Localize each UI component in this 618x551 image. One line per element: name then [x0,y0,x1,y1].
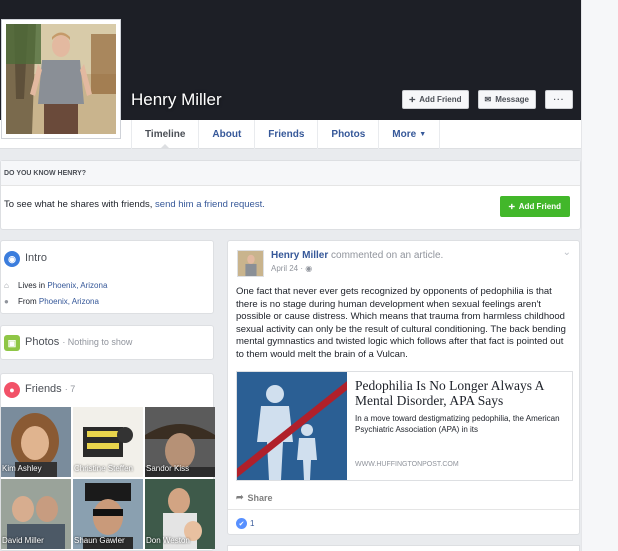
post-action-text: commented on an article. [328,250,444,261]
link-thumbnail [237,372,347,480]
add-friend-icon: ➕︎ [508,201,515,211]
tab-label: More [392,129,417,140]
add-friend-icon: ➕︎ [409,94,416,104]
post-divider [228,509,579,510]
profile-tabs: Timeline About Friends Photos More ▼ [131,120,441,149]
right-rail [581,0,618,551]
friend-tile[interactable]: David Miller [1,479,71,549]
friends-icon: ● [4,382,20,398]
tab-label: Timeline [145,129,186,140]
lives-place-link[interactable]: Phoenix, Arizona [47,281,107,290]
friend-tile[interactable]: Shaun Gawler [73,479,143,549]
tab-photos[interactable]: Photos [317,120,378,149]
photos-title[interactable]: Photos [25,336,59,348]
profile-name: Henry Miller [131,90,222,109]
add-friend-label: Add Friend [518,202,561,211]
post-text: One fact that never ever gets recognized… [236,286,566,360]
intro-from: ● From Phoenix, Arizona [4,297,99,306]
chevron-down-icon[interactable]: ⌄ [563,247,571,258]
thumbs-up-icon: ✔ [236,518,247,529]
friend-tile[interactable]: Sandor Kiss [145,407,215,477]
share-label: Share [247,492,273,503]
tab-timeline[interactable]: Timeline [131,120,198,149]
friend-tile[interactable]: Kim Ashley [1,407,71,477]
friends-count: · 7 [64,384,76,394]
tab-label: About [212,129,242,140]
do-you-know-heading: DO YOU KNOW HENRY? [1,161,580,186]
post-date[interactable]: April 24 · [271,264,305,273]
friend-request-link[interactable]: send him a friend request. [155,199,265,210]
add-friend-button[interactable]: ➕︎ Add Friend [402,90,469,109]
author-avatar[interactable] [237,250,264,277]
message-icon: ✉ [484,95,492,104]
intro-card: ◉ Intro ⌂ Lives in Phoenix, Arizona ● Fr… [0,240,214,314]
profile-picture[interactable] [1,19,121,139]
add-friend-label: Add Friend [419,95,462,104]
friend-name: Sandor Kiss [146,464,190,473]
photo-icon: ▣ [4,335,20,351]
photos-empty-text: · Nothing to show [62,337,133,347]
link-title: Pedophilia Is No Longer Always A Mental … [355,378,544,408]
cover-actions: ➕︎ Add Friend ✉ Message ··· [402,90,573,109]
post-author-link[interactable]: Henry Miller [271,250,328,261]
friend-name: David Miller [2,536,44,545]
tab-label: Photos [331,129,366,140]
location-pin-icon: ● [4,297,9,306]
from-label: From [18,297,39,306]
likes-summary[interactable]: ✔ 1 [236,518,254,529]
chevron-down-icon: ▼ [419,131,427,138]
do-you-know-card: DO YOU KNOW HENRY? To see what he shares… [0,160,581,230]
tab-friends[interactable]: Friends [254,120,317,149]
more-dots-icon: ··· [553,95,565,104]
friend-name: Kim Ashley [2,464,42,473]
friend-tile[interactable]: Don Weston [145,479,215,549]
next-post-card [227,545,580,551]
tab-more[interactable]: More ▼ [378,120,441,149]
friend-name: Christine Steffen [74,464,133,473]
likes-count: 1 [250,519,255,528]
from-place-link[interactable]: Phoenix, Arizona [39,297,99,306]
tab-about[interactable]: About [198,120,254,149]
add-friend-green-button[interactable]: ➕︎ Add Friend [499,196,570,217]
intro-title: Intro [25,252,48,264]
globe-icon: ◉ [305,264,313,273]
friend-name: Shaun Gawler [74,536,125,545]
tab-label: Friends [268,129,305,140]
link-description: In a move toward destigmatizing pedophil… [355,414,560,434]
message-label: Message [495,95,529,104]
lives-label: Lives in [18,281,48,290]
post-card: Henry Miller commented on an article. Ap… [227,240,580,535]
globe-icon: ◉ [4,251,20,267]
friend-tile[interactable]: Christine Steffen [73,407,143,477]
link-domain: WWW.HUFFINGTONPOST.COM [355,461,459,468]
share-arrow-icon: ➦ [236,492,244,502]
do-you-know-message: To see what he shares with friends, [4,199,156,210]
post-header: Henry Miller commented on an article. Ap… [237,250,443,277]
intro-lives-in: ⌂ Lives in Phoenix, Arizona [4,281,107,290]
message-button[interactable]: ✉ Message [477,90,536,109]
friends-title[interactable]: Friends [25,383,62,395]
photos-card: ▣ Photos · Nothing to show [0,325,214,360]
friend-name: Don Weston [146,536,190,545]
do-you-know-text: To see what he shares with friends, send… [4,199,265,210]
link-preview[interactable]: Pedophilia Is No Longer Always A Mental … [236,371,573,481]
friends-card: ● Friends · 7 Kim Ashley Christine Steff… [0,373,215,551]
home-icon: ⌂ [4,281,9,290]
more-options-button[interactable]: ··· [545,90,573,109]
share-button[interactable]: ➦ Share [236,492,273,503]
